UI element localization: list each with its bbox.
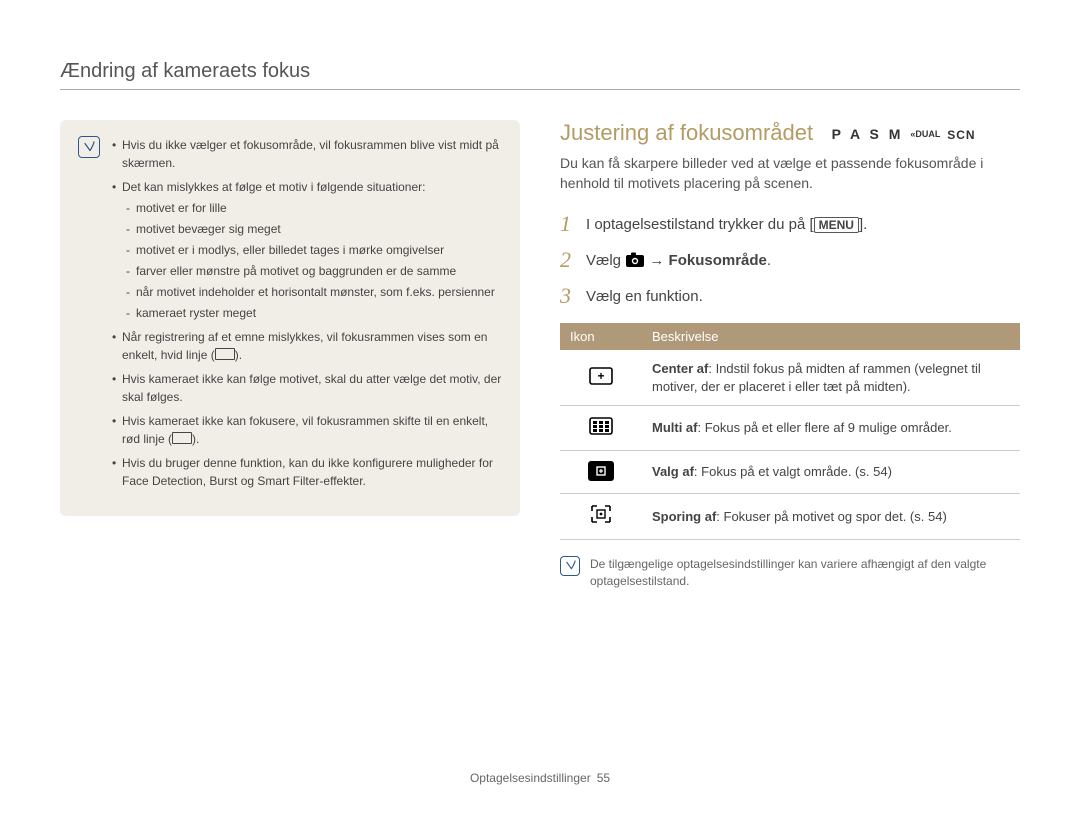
focus-area-table: Ikon Beskrivelse + Center af: Indstil fok… bbox=[560, 323, 1020, 540]
menu-button-label: MENU bbox=[814, 217, 859, 233]
note-icon bbox=[560, 556, 580, 576]
frame-rect-icon bbox=[172, 432, 192, 444]
step-text: I optagelsestilstand trykker du på [MENU… bbox=[586, 216, 867, 233]
cell-desc: Valg af: Fokus på et valgt område. (s. 5… bbox=[642, 450, 1020, 494]
svg-text:+: + bbox=[597, 369, 604, 383]
step-number: 3 bbox=[560, 283, 574, 309]
center-af-icon: + bbox=[588, 366, 614, 386]
cell-icon bbox=[560, 450, 642, 494]
cell-desc: Sporing af: Fokuser på motivet og spor d… bbox=[642, 494, 1020, 540]
table-row: Sporing af: Fokuser på motivet og spor d… bbox=[560, 494, 1020, 540]
step-item: 3 Vælg en funktion. bbox=[560, 283, 1020, 309]
info-bullet: Hvis kameraet ikke kan følge motivet, sk… bbox=[112, 370, 502, 406]
info-bullet: Når registrering af et emne mislykkes, v… bbox=[112, 328, 502, 364]
page-footer: Optagelsesindstillinger55 bbox=[0, 771, 1080, 785]
step-number: 1 bbox=[560, 211, 574, 237]
step-text: Vælg → Fokusområde. bbox=[586, 252, 771, 269]
section-title: Justering af fokusområdet bbox=[560, 120, 813, 145]
select-af-icon bbox=[588, 461, 614, 481]
info-sub-bullet: når motivet indeholder et horisontalt mø… bbox=[126, 283, 502, 301]
table-row: + Center af: Indstil fokus på midten af r… bbox=[560, 350, 1020, 406]
page-title: Ændring af kameraets fokus bbox=[60, 60, 1020, 90]
th-desc: Beskrivelse bbox=[642, 323, 1020, 350]
info-sub-bullet: farver eller mønstre på motivet og baggr… bbox=[126, 262, 502, 280]
frame-rect-icon bbox=[215, 348, 235, 360]
info-sub-bullet: kameraet ryster meget bbox=[126, 304, 502, 322]
info-bullet: Hvis kameraet ikke kan fokusere, vil fok… bbox=[112, 412, 502, 448]
info-sub-bullet: motivet bevæger sig meget bbox=[126, 220, 502, 238]
info-sub-bullet: motivet er for lille bbox=[126, 199, 502, 217]
info-bullet: Det kan mislykkes at følge et motiv i fø… bbox=[112, 178, 502, 322]
th-icon: Ikon bbox=[560, 323, 642, 350]
step-item: 1 I optagelsestilstand trykker du på [MEN… bbox=[560, 211, 1020, 237]
table-row: Multi af: Fokus på et eller flere af 9 m… bbox=[560, 406, 1020, 451]
section-heading-row: Justering af fokusområdet P A S M «DUAL … bbox=[560, 120, 1020, 146]
multi-af-icon bbox=[588, 416, 614, 436]
section-description: Du kan få skarpere billeder ved at vælge… bbox=[560, 154, 1020, 193]
table-note: De tilgængelige optagelsesindstillinger … bbox=[560, 556, 1020, 590]
cell-icon bbox=[560, 406, 642, 451]
info-bullet: Hvis du ikke vælger et fokusområde, vil … bbox=[112, 136, 502, 172]
cell-desc: Multi af: Fokus på et eller flere af 9 m… bbox=[642, 406, 1020, 451]
cell-desc: Center af: Indstil fokus på midten af ra… bbox=[642, 350, 1020, 406]
step-number: 2 bbox=[560, 247, 574, 273]
info-bullet: Hvis du bruger denne funktion, kan du ik… bbox=[112, 454, 502, 490]
cell-icon: + bbox=[560, 350, 642, 406]
tracking-af-icon bbox=[588, 504, 614, 524]
mode-icons: P A S M «DUAL SCN bbox=[832, 126, 976, 142]
step-text: Vælg en funktion. bbox=[586, 288, 703, 305]
info-sub-bullet: motivet er i modlys, eller billedet tage… bbox=[126, 241, 502, 259]
cell-icon bbox=[560, 494, 642, 540]
note-icon bbox=[78, 136, 100, 158]
info-box: Hvis du ikke vælger et fokusområde, vil … bbox=[60, 120, 520, 516]
table-row: Valg af: Fokus på et valgt område. (s. 5… bbox=[560, 450, 1020, 494]
camera-icon bbox=[625, 252, 645, 268]
step-item: 2 Vælg → Fokusområde. bbox=[560, 247, 1020, 273]
